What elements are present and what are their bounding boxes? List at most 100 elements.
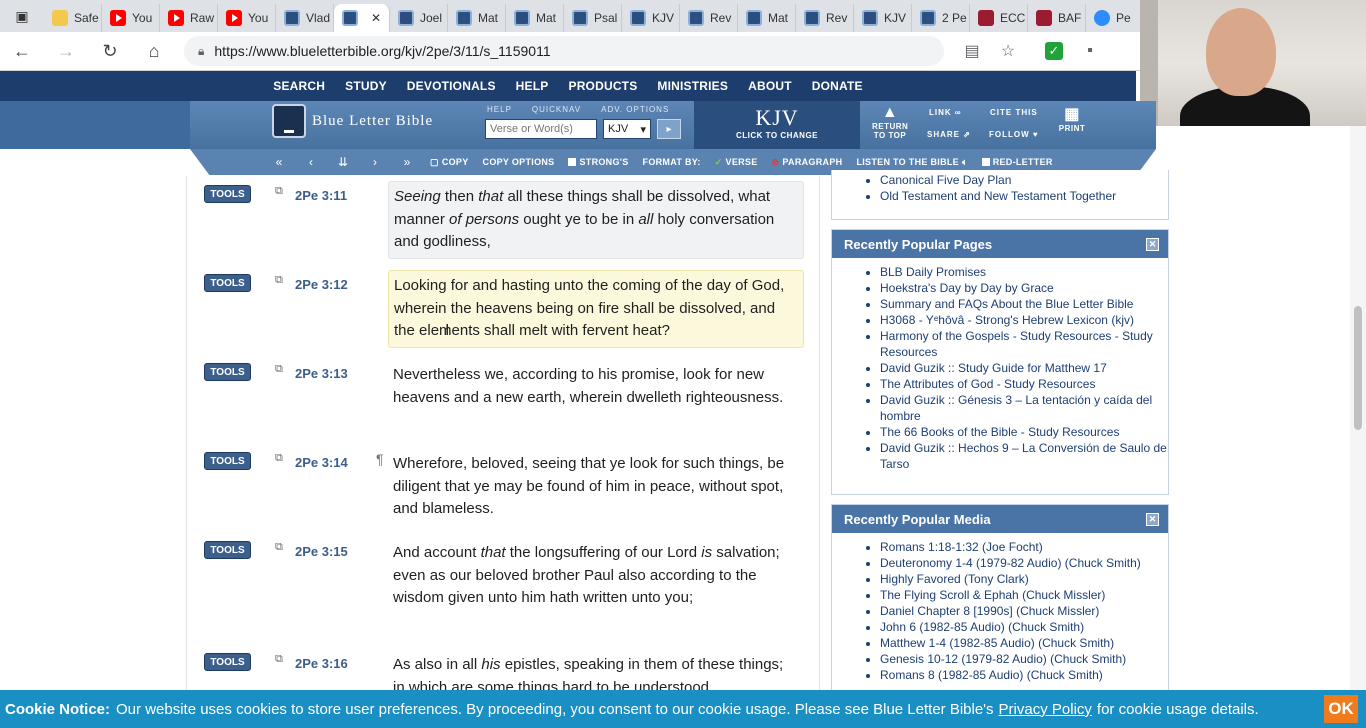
- browser-tab[interactable]: KJV: [622, 4, 680, 32]
- copy-verse-icon[interactable]: ⧉: [275, 452, 283, 465]
- browser-tab[interactable]: Vlad: [276, 4, 334, 32]
- print-button[interactable]: ▦ PRINT: [1056, 104, 1088, 133]
- sidebar-link[interactable]: Old Testament and New Testament Together: [880, 188, 1168, 204]
- listen-button[interactable]: LISTEN TO THE BIBLE 🔈︎: [856, 157, 967, 168]
- sidebar-link[interactable]: David Guzik :: Hechos 9 – La Conversión …: [880, 440, 1168, 472]
- sidebar-link[interactable]: Deuteronomy 1-4 (1979-82 Audio) (Chuck S…: [880, 555, 1168, 571]
- help-label[interactable]: HELP: [487, 105, 512, 114]
- close-icon[interactable]: ✕: [1146, 513, 1159, 526]
- home-icon[interactable]: ⌂: [132, 33, 176, 69]
- share-button[interactable]: SHARE ⇗: [927, 130, 971, 139]
- sidebar-link[interactable]: Hoekstra's Day by Day by Grace: [880, 280, 1168, 296]
- nav-item-donate[interactable]: DONATE: [802, 79, 873, 93]
- browser-tab[interactable]: Mat: [448, 4, 506, 32]
- verse-search-input[interactable]: Verse or Word(s): [485, 119, 597, 139]
- next-chapter-icon[interactable]: ›: [366, 155, 384, 169]
- copy-verse-icon[interactable]: ⧉: [275, 274, 283, 287]
- sidebar-link[interactable]: Romans 8 (1982-85 Audio) (Chuck Smith): [880, 667, 1168, 683]
- privacy-policy-link[interactable]: Privacy Policy: [999, 701, 1092, 718]
- strongs-toggle[interactable]: STRONG'S: [568, 157, 628, 167]
- tools-button[interactable]: TOOLS: [204, 363, 251, 381]
- nav-item-about[interactable]: ABOUT: [738, 79, 802, 93]
- tools-button[interactable]: TOOLS: [204, 541, 251, 559]
- copy-button[interactable]: ▢ COPY: [430, 157, 469, 168]
- copy-verse-icon[interactable]: ⧉: [275, 653, 283, 666]
- favorites-star-icon[interactable]: ☆: [990, 36, 1026, 66]
- tools-button[interactable]: TOOLS: [204, 274, 251, 292]
- sidebar-link[interactable]: The 66 Books of the Bible - Study Resour…: [880, 424, 1168, 440]
- last-chapter-icon[interactable]: »: [398, 155, 416, 169]
- return-to-top-button[interactable]: ▲ RETURN TO TOP: [872, 104, 908, 140]
- extension-check-icon[interactable]: ✓: [1036, 36, 1072, 66]
- browser-tab[interactable]: Psal: [564, 4, 622, 32]
- browser-tab[interactable]: BAF: [1028, 4, 1086, 32]
- sidebar-link[interactable]: Romans 1:18-1:32 (Joe Focht): [880, 539, 1168, 555]
- browser-tab[interactable]: Safe: [44, 4, 102, 32]
- nav-item-study[interactable]: STUDY: [335, 79, 397, 93]
- cite-button[interactable]: CITE THIS: [990, 108, 1038, 117]
- browser-tab[interactable]: Joel: [390, 4, 448, 32]
- version-switch[interactable]: KJV CLICK TO CHANGE: [694, 101, 860, 149]
- sidebar-link[interactable]: Canonical Five Day Plan: [880, 172, 1168, 188]
- nav-item-devotionals[interactable]: DEVOTIONALS: [397, 79, 506, 93]
- scrollbar-thumb[interactable]: [1354, 306, 1362, 430]
- prev-chapter-icon[interactable]: ‹: [302, 155, 320, 169]
- verse-reference[interactable]: 2Pe 3:15: [295, 544, 348, 559]
- page-scrollbar[interactable]: [1350, 126, 1366, 690]
- verse-reference[interactable]: 2Pe 3:12: [295, 277, 348, 292]
- browser-tab[interactable]: Raw: [160, 4, 218, 32]
- search-go-button[interactable]: ▸: [657, 119, 681, 139]
- sidebar-link[interactable]: Matthew 1-4 (1982-85 Audio) (Chuck Smith…: [880, 635, 1168, 651]
- browser-tab[interactable]: Rev: [796, 4, 854, 32]
- version-select[interactable]: KJV ▾: [603, 119, 651, 139]
- browser-tab[interactable]: 2 Pe: [912, 4, 970, 32]
- browser-tab[interactable]: Mat: [506, 4, 564, 32]
- red-letter-toggle[interactable]: RED-LETTER: [981, 157, 1053, 167]
- tab-actions-icon[interactable]: ▣: [0, 0, 44, 32]
- verse-reference[interactable]: 2Pe 3:16: [295, 656, 348, 671]
- sidebar-link[interactable]: The Flying Scroll & Ephah (Chuck Missler…: [880, 587, 1168, 603]
- close-icon[interactable]: ✕: [1146, 238, 1159, 251]
- copy-verse-icon[interactable]: ⧉: [275, 541, 283, 554]
- sidebar-link[interactable]: Summary and FAQs About the Blue Letter B…: [880, 296, 1168, 312]
- browser-tab[interactable]: Pe: [1086, 4, 1140, 32]
- copy-options-button[interactable]: COPY OPTIONS: [483, 157, 555, 167]
- close-tab-icon[interactable]: ✕: [371, 11, 381, 25]
- back-icon[interactable]: ←: [0, 33, 44, 69]
- verse-reference[interactable]: 2Pe 3:11: [295, 188, 347, 203]
- copy-verse-icon[interactable]: ⧉: [275, 363, 283, 376]
- first-chapter-icon[interactable]: «: [270, 155, 288, 169]
- format-verse-option[interactable]: ✓ VERSE: [715, 157, 758, 168]
- forward-icon[interactable]: →: [44, 33, 88, 69]
- sidebar-link[interactable]: David Guzik :: Génesis 3 – La tentación …: [880, 392, 1168, 424]
- tools-button[interactable]: TOOLS: [204, 452, 251, 470]
- browser-tab[interactable]: Rev: [680, 4, 738, 32]
- nav-item-products[interactable]: PRODUCTS: [558, 79, 647, 93]
- browser-tab[interactable]: ✕: [334, 4, 390, 32]
- sidebar-link[interactable]: John 6 (1982-85 Audio) (Chuck Smith): [880, 619, 1168, 635]
- extension-icon[interactable]: ▪: [1072, 36, 1108, 66]
- tools-button[interactable]: TOOLS: [204, 653, 251, 671]
- nav-item-ministries[interactable]: MINISTRIES: [647, 79, 738, 93]
- site-logo[interactable]: ▬ Blue Letter Bible: [272, 104, 433, 138]
- browser-tab[interactable]: ECC: [970, 4, 1028, 32]
- quicknav-label[interactable]: QUICKNAV: [532, 105, 581, 114]
- nav-item-search[interactable]: SEARCH: [263, 79, 335, 93]
- browser-tab[interactable]: KJV: [854, 4, 912, 32]
- verse-reference[interactable]: 2Pe 3:14: [295, 455, 348, 470]
- address-bar[interactable]: 🔒︎ https://www.blueletterbible.org/kjv/2…: [184, 36, 944, 66]
- sidebar-link[interactable]: The Attributes of God - Study Resources: [880, 376, 1168, 392]
- sidebar-link[interactable]: Highly Favored (Tony Clark): [880, 571, 1168, 587]
- adv-options-label[interactable]: ADV. OPTIONS: [601, 105, 669, 114]
- reader-mode-icon[interactable]: ▤: [954, 36, 990, 66]
- sidebar-link[interactable]: H3068 - Yᵉhōvâ - Strong's Hebrew Lexicon…: [880, 312, 1168, 328]
- reload-icon[interactable]: ↻: [88, 33, 132, 69]
- nav-item-help[interactable]: HELP: [506, 79, 559, 93]
- sidebar-link[interactable]: Genesis 10-12 (1979-82 Audio) (Chuck Smi…: [880, 651, 1168, 667]
- sidebar-link[interactable]: BLB Daily Promises: [880, 264, 1168, 280]
- browser-tab[interactable]: You: [218, 4, 276, 32]
- sidebar-link[interactable]: Harmony of the Gospels - Study Resources…: [880, 328, 1168, 360]
- browser-tab[interactable]: Mat: [738, 4, 796, 32]
- link-button[interactable]: LINK ∞: [929, 108, 962, 117]
- verse-reference[interactable]: 2Pe 3:13: [295, 366, 348, 381]
